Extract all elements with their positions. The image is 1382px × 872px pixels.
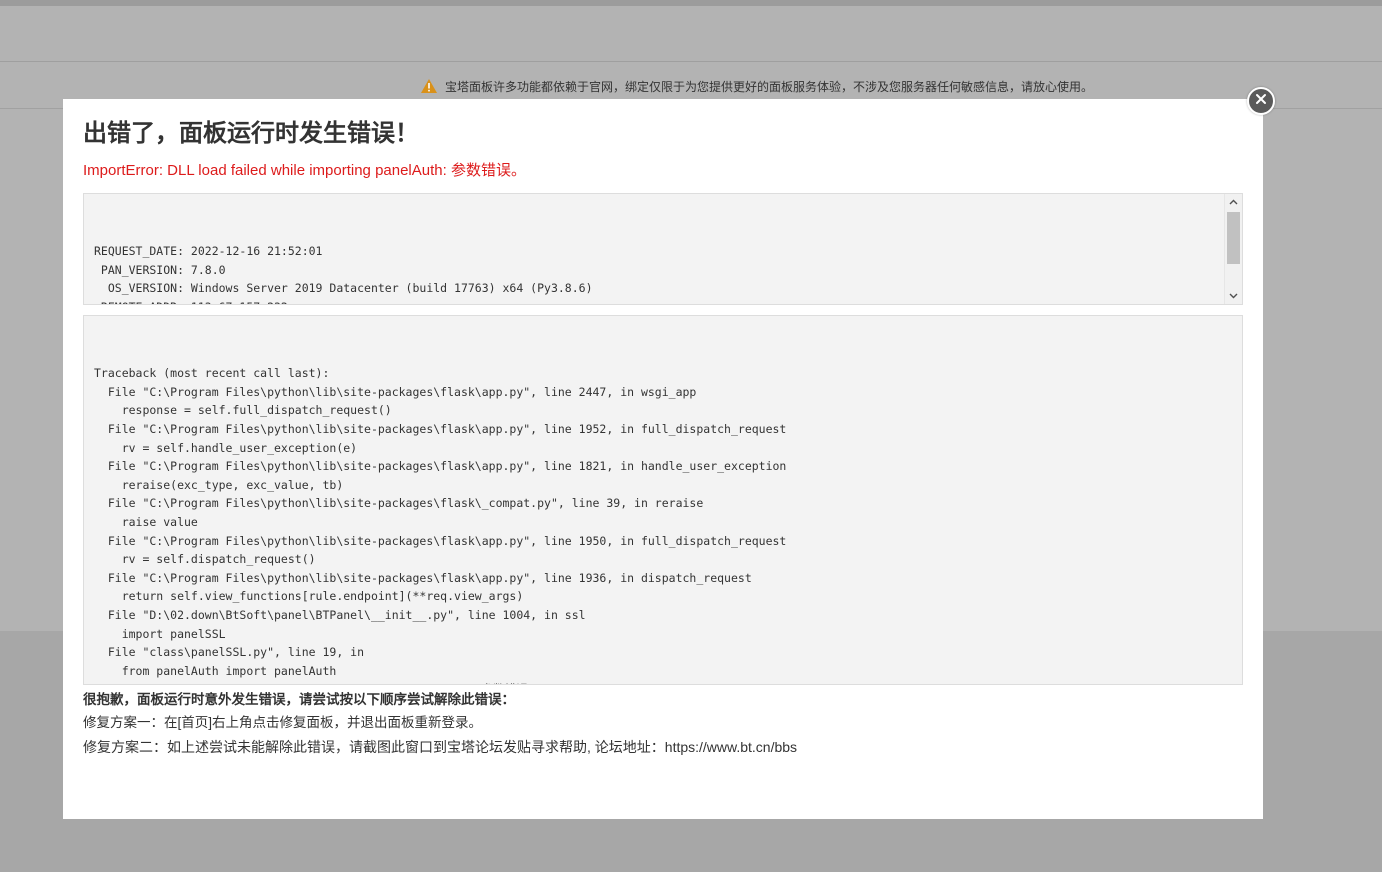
traceback-line: File "C:\Program Files\python\lib\site-p… xyxy=(94,384,697,399)
traceback-line: File "C:\Program Files\python\lib\site-p… xyxy=(94,459,787,474)
warning-icon xyxy=(421,79,437,93)
traceback-line: File "C:\Program Files\python\lib\site-p… xyxy=(94,533,787,548)
traceback-line: return self.view_functions[rule.endpoint… xyxy=(94,589,524,604)
traceback-line: response = self.full_dispatch_request() xyxy=(94,403,392,418)
traceback-line: rv = self.dispatch_request() xyxy=(94,552,316,567)
traceback-line: rv = self.handle_user_exception(e) xyxy=(94,440,358,455)
traceback-line: File "C:\Program Files\python\lib\site-p… xyxy=(94,570,752,585)
traceback-line: Traceback (most recent call last): xyxy=(94,366,330,381)
request-info-line: REQUEST_DATE: 2022-12-16 21:52:01 xyxy=(94,244,323,259)
dialog-title: 出错了，面板运行时发生错误！ xyxy=(83,120,419,147)
traceback-line: raise value xyxy=(94,514,198,529)
apology-text: 很抱歉，面板运行时意外发生错误，请尝试按以下顺序尝试解除此错误： xyxy=(83,692,515,707)
request-info-lines: REQUEST_DATE: 2022-12-16 21:52:01 PAN_VE… xyxy=(94,242,1242,304)
notice-text: 宝塔面板许多功能都依赖于官网，绑定仅限于为您提供更好的面板服务体验，不涉及您服务… xyxy=(445,79,1094,94)
traceback-box[interactable]: Traceback (most recent call last): File … xyxy=(83,315,1243,685)
request-info-line: OS_VERSION: Windows Server 2019 Datacent… xyxy=(94,281,593,296)
background-header xyxy=(0,6,1382,62)
scroll-thumb[interactable] xyxy=(1227,212,1240,264)
close-button[interactable] xyxy=(1247,87,1275,115)
traceback-line: File "C:\Program Files\python\lib\site-p… xyxy=(94,496,704,511)
traceback-line: File "class\panelSSL.py", line 19, in xyxy=(94,645,365,660)
error-dialog: 出错了，面板运行时发生错误！ ImportError: DLL load fai… xyxy=(63,99,1263,819)
fix-option-one: 修复方案一：在[首页]右上角点击修复面板，并退出面板重新登录。 xyxy=(83,715,483,730)
request-info-scrollbar[interactable] xyxy=(1224,194,1242,304)
traceback-line: File "C:\Program Files\python\lib\site-p… xyxy=(94,421,787,436)
traceback-line: from panelAuth import panelAuth xyxy=(94,663,337,678)
traceback-line: File "D:\02.down\BtSoft\panel\BTPanel\__… xyxy=(94,607,586,622)
request-info-line: PAN_VERSION: 7.8.0 xyxy=(94,262,226,277)
traceback-line: reraise(exc_type, exc_value, tb) xyxy=(94,477,344,492)
scroll-up-arrow-icon[interactable] xyxy=(1225,194,1242,210)
fix-option-two: 修复方案二：如上述尝试未能解除此错误，请截图此窗口到宝塔论坛发贴寻求帮助, 论坛… xyxy=(83,739,798,755)
traceback-lines: Traceback (most recent call last): File … xyxy=(94,364,1242,684)
scroll-down-arrow-icon[interactable] xyxy=(1225,288,1242,304)
traceback-line: import panelSSL xyxy=(94,626,226,641)
request-info-box[interactable]: REQUEST_DATE: 2022-12-16 21:52:01 PAN_VE… xyxy=(83,193,1243,305)
error-summary: ImportError: DLL load failed while impor… xyxy=(83,162,526,179)
close-icon xyxy=(1255,92,1267,110)
request-info-line: REMOTE_ADDR: 113.67.157.232 xyxy=(94,298,1242,304)
binding-notice: 宝塔面板许多功能都依赖于官网，绑定仅限于为您提供更好的面板服务体验，不涉及您服务… xyxy=(421,77,1093,95)
traceback-line: ImportError: DLL load failed while impor… xyxy=(94,680,1242,684)
